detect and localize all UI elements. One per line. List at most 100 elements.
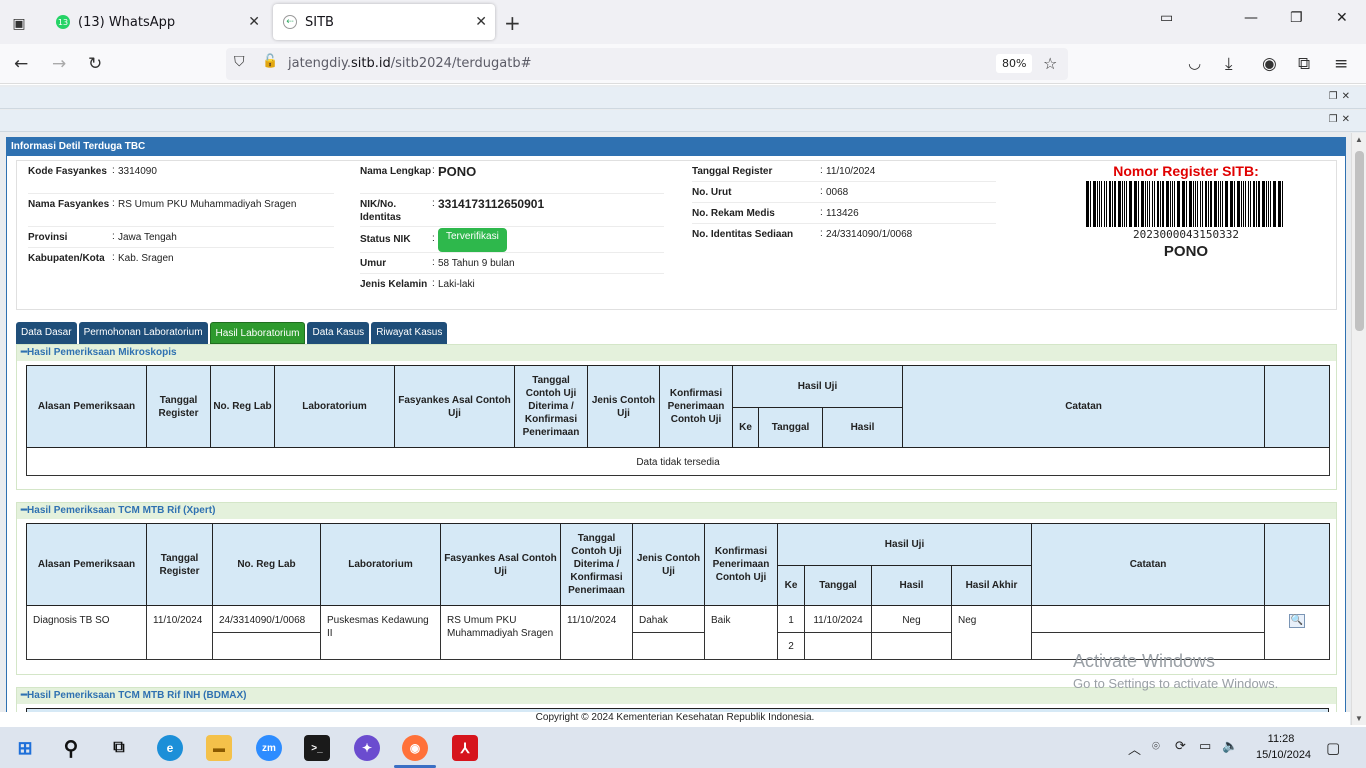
info-row: Tanggal Register :11/10/2024 — [692, 161, 996, 182]
tray-clock[interactable]: 11:28 15/10/2024 — [1256, 731, 1311, 763]
scroll-up-icon[interactable]: ▲ — [1355, 135, 1363, 144]
close-tab-icon[interactable]: ✕ — [475, 14, 487, 30]
barcode-bar — [1222, 181, 1223, 227]
cell-alasan: Diagnosis TB SO — [26, 605, 147, 660]
close-tab-icon[interactable]: ✕ — [248, 14, 260, 30]
info-column-patient: Nama Lengkap : PONO NIK/No. Identitas :33… — [360, 161, 664, 307]
zoom-icon[interactable]: zm — [256, 735, 282, 761]
task-view-icon[interactable]: ⧉ — [106, 735, 132, 761]
tray-chevron-icon[interactable]: ︿ — [1128, 739, 1141, 758]
url-text[interactable]: jatengdiy.sitb.id/sitb2024/terdugatb# — [288, 56, 532, 71]
app-icon[interactable]: ✦ — [354, 735, 380, 761]
info-value: 0068 — [826, 187, 849, 198]
tab-permohonan-laboratorium[interactable]: Permohonan Laboratorium — [78, 322, 208, 344]
tab-overview-icon[interactable]: ▭ — [1160, 10, 1173, 26]
terminal-icon[interactable]: >_ — [304, 735, 330, 761]
barcode-bar — [1230, 181, 1233, 227]
barcode-bar — [1134, 181, 1137, 227]
minimize-icon[interactable]: — — [1244, 10, 1258, 26]
view-detail-icon[interactable]: 🔍 — [1289, 614, 1306, 628]
forward-icon[interactable]: → — [52, 54, 66, 74]
barcode-bar — [1234, 181, 1235, 227]
url-bar[interactable]: ⛉ 🔓 jatengdiy.sitb.id/sitb2024/terdugatb… — [226, 48, 1068, 80]
tab-whatsapp[interactable]: 13 (13) WhatsApp ✕ — [46, 4, 268, 40]
pocket-icon[interactable]: ◡ — [1188, 54, 1201, 72]
acrobat-icon[interactable]: ⅄ — [452, 735, 478, 761]
extensions-icon[interactable]: ⧉ — [1298, 54, 1310, 74]
barcode-bar — [1268, 181, 1269, 227]
tray-update-icon[interactable]: ⟳ — [1175, 739, 1186, 754]
account-icon[interactable]: ◉ — [1262, 54, 1277, 74]
info-row: Status NIK : Terverifikasi — [360, 227, 664, 253]
detail-panel: Informasi Detil Terduga TBC Kode Fasyank… — [6, 137, 1346, 725]
window-controls-icon[interactable]: ❐✕ — [1329, 91, 1354, 102]
tab-data-kasus[interactable]: Data Kasus — [307, 322, 370, 344]
firefox-icon[interactable]: ◉ — [402, 735, 428, 761]
bookmark-star-icon[interactable]: ☆ — [1043, 54, 1057, 73]
barcode-bar — [1200, 181, 1201, 227]
restore-icon[interactable]: ❐ — [1290, 10, 1303, 26]
register-barcode-area: Nomor Register SITB: 2023000043150332 PO… — [1036, 163, 1336, 260]
info-row: No. Identitas Sediaan :24/3314090/1/0068 — [692, 224, 996, 245]
barcode-bar — [1218, 181, 1219, 227]
search-icon[interactable]: ⚲ — [58, 735, 84, 761]
volume-icon[interactable]: 🔈 — [1222, 739, 1238, 754]
info-row: No. Urut :0068 — [692, 182, 996, 203]
column-header: Fasyankes Asal Contoh Uji — [440, 523, 561, 606]
windows-start-icon[interactable]: ⊞ — [12, 735, 38, 761]
window-controls-icon[interactable]: ❐✕ — [1329, 114, 1354, 125]
sub-header: Ke — [732, 407, 759, 448]
copyright-footer: Copyright © 2024 Kementerian Kesehatan R… — [0, 712, 1350, 725]
sub-header: Ke — [777, 565, 805, 606]
sub-header: Hasil — [871, 565, 952, 606]
tray-app-icon[interactable]: ⌾ — [1152, 739, 1160, 754]
file-explorer-icon[interactable]: ▬ — [206, 735, 232, 761]
scrollbar-thumb[interactable] — [1355, 151, 1364, 331]
section-title[interactable]: ━Hasil Pemeriksaan Mikroskopis — [17, 345, 1336, 361]
section-title[interactable]: ━Hasil Pemeriksaan TCM MTB Rif (Xpert) — [17, 503, 1336, 519]
info-label: No. Identitas Sediaan — [692, 229, 794, 240]
download-icon[interactable]: ⤓ — [1225, 54, 1233, 74]
info-label: Nama Fasyankes — [28, 199, 110, 210]
scroll-down-icon[interactable]: ▼ — [1355, 714, 1363, 723]
tab-riwayat-kasus[interactable]: Riwayat Kasus — [371, 322, 448, 344]
new-tab-icon[interactable]: + — [504, 11, 521, 35]
info-label: Provinsi — [28, 232, 68, 243]
panel-title: Informasi Detil Terduga TBC — [7, 138, 1345, 156]
barcode-bar — [1174, 181, 1175, 227]
barcode-bar — [1122, 181, 1123, 227]
barcode-bar — [1237, 181, 1240, 227]
close-window-icon[interactable]: ✕ — [1336, 10, 1348, 26]
zoom-level[interactable]: 80% — [996, 54, 1033, 73]
tab-data-dasar[interactable]: Data Dasar — [16, 322, 77, 344]
lock-icon[interactable]: 🔓 — [262, 54, 278, 69]
barcode-image — [1086, 181, 1283, 227]
column-header: Konfirmasi Penerimaan Contoh Uji — [704, 523, 778, 606]
barcode-bar — [1208, 181, 1209, 227]
barcode-bar — [1114, 181, 1116, 227]
page-scrollbar[interactable]: ▲ ▼ — [1351, 133, 1366, 725]
barcode-bar — [1154, 181, 1155, 227]
column-header: No. Reg Lab — [210, 365, 275, 448]
back-icon[interactable]: ← — [14, 54, 28, 74]
empty-message: Data tidak tersedia — [25, 447, 1331, 476]
barcode-bar — [1177, 181, 1180, 227]
patient-info-box: Kode Fasyankes :3314090 Nama Fasyankes :… — [16, 160, 1337, 310]
tab-label: (13) WhatsApp — [78, 14, 176, 30]
sub-header: Hasil Akhir — [950, 565, 1033, 606]
info-value: Kab. Sragen — [118, 253, 174, 264]
barcode-bar — [1214, 181, 1217, 227]
barcode-bar — [1266, 181, 1267, 227]
edge-icon[interactable]: e — [157, 735, 183, 761]
register-title: Nomor Register SITB: — [1113, 163, 1259, 179]
tab-hasil-laboratorium[interactable]: Hasil Laboratorium — [209, 322, 306, 344]
tab-sitb[interactable]: ⇠ SITB ✕ — [273, 4, 495, 40]
shield-icon[interactable]: ⛉ — [234, 54, 245, 70]
detail-tabs: Data Dasar Permohonan Laboratorium Hasil… — [16, 322, 449, 344]
browser-nav-bar: ← → ↻ ⛉ 🔓 jatengdiy.sitb.id/sitb2024/ter… — [0, 44, 1366, 84]
reload-icon[interactable]: ↻ — [88, 54, 102, 74]
menu-icon[interactable]: ≡ — [1334, 54, 1348, 74]
tab-list-icon[interactable]: ▣ — [8, 12, 30, 34]
network-icon[interactable]: ▭ — [1199, 739, 1211, 754]
notifications-icon[interactable]: ▢ — [1326, 739, 1340, 757]
